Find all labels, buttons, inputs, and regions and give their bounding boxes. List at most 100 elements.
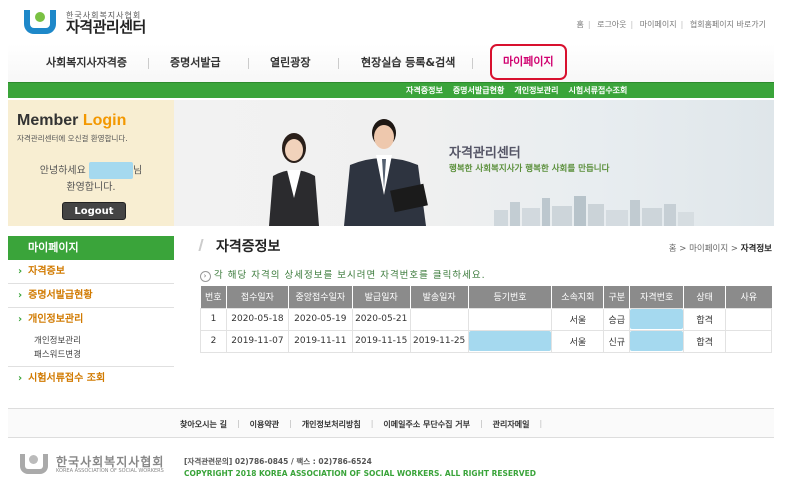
redacted-cert-number (630, 309, 684, 329)
logo-text: 한국사회복지사협회 자격관리센터 (66, 11, 146, 36)
breadcrumb-current: 자격정보 (740, 244, 772, 254)
left-nav-subitem-personal-info[interactable]: 개인정보관리 (8, 334, 174, 348)
cell-central-received-date: 2020-05-19 (287, 307, 353, 331)
member-login-box: Member Login 자격관리센터에 오신걸 환영합니다. 안녕하세요 님 … (8, 100, 174, 226)
cell-cert-number[interactable] (629, 329, 685, 353)
footer-info: [자격관련문의] 02)786-0845 / 팩스 : 02)786-6524 … (184, 456, 536, 480)
col-header-shipping-date: 발송일자 (410, 286, 469, 308)
left-nav: 마이페이지 › 자격증보 › 증명서발급현황 › 개인정보관리 개인정보관리 패스워드… (8, 236, 174, 391)
footer-logo-eng: KOREA ASSOCIATION OF SOCIAL WORKERS (56, 467, 164, 474)
gnb-item-open-forum[interactable]: 열린광장 (270, 44, 310, 82)
footer-logo: 한국사회복지사협회 KOREA ASSOCIATION OF SOCIAL WO… (18, 454, 164, 476)
redacted-registered-mail-no (468, 331, 552, 351)
col-header-central-received-date: 중앙접수일자 (288, 286, 353, 308)
cell-number: 1 (200, 307, 227, 331)
cell-status: 합격 (683, 307, 727, 331)
table-header-row: 번호 접수일자 중앙접수일자 발급일자 발송일자 등기번호 소속지회 구분 자격… (200, 286, 772, 308)
hero-banner: 자격관리센터 행복한 사회복지사가 행복한 사회를 만듭니다 (174, 100, 774, 226)
logo-mark-icon (20, 10, 60, 36)
breadcrumb-mypage[interactable]: 마이페이지 (689, 244, 728, 254)
left-nav-header: 마이페이지 (8, 236, 174, 260)
left-nav-item-personal-info[interactable]: › 개인정보관리 (8, 308, 174, 332)
footer-link-admin-mail[interactable]: 관리자메일 (493, 419, 530, 430)
cell-registered-mail-no (467, 329, 553, 353)
member-login-title: Member Login (17, 112, 127, 129)
table-row: 2 2019-11-07 2019-11-11 2019-11-15 2019-… (200, 329, 772, 353)
subnav-item-exam-docs[interactable]: 시험서류접수조회 (569, 85, 628, 96)
footer-logo-mark-icon (18, 454, 50, 476)
col-header-cert-number: 자격번호 (629, 286, 685, 308)
global-nav: 사회복지사자격증 증명서발급 열린광장 현장실습 등록&검색 마이페이지 (8, 44, 774, 82)
gnb-item-issuance[interactable]: 증명서발급 (170, 44, 221, 82)
col-header-received-date: 접수일자 (226, 286, 289, 308)
notice-text: › 각 해당 자격의 상세정보를 보시려면 자격번호를 클릭하세요. (200, 267, 486, 282)
cell-received-date: 2020-05-18 (225, 307, 289, 331)
site-logo[interactable]: 한국사회복지사협회 자격관리센터 (20, 10, 146, 36)
redacted-cert-number (630, 331, 684, 351)
left-nav-item-issuance-status[interactable]: › 증명서발급현황 (8, 284, 174, 308)
sub-nav: 자격증정보 증명서발급현황 개인정보관리 시험서류접수조회 (8, 82, 774, 98)
cell-branch: 서울 (551, 329, 605, 353)
businessman-image (344, 119, 428, 226)
subnav-item-personal-info[interactable]: 개인정보관리 (514, 85, 558, 96)
footer-copyright: COPYRIGHT 2018 KOREA ASSOCIATION OF SOCI… (184, 469, 536, 478)
logo-title: 자격관리센터 (66, 17, 146, 36)
breadcrumb: 홈 > 마이페이지 > 자격정보 (668, 244, 772, 254)
businesswoman-image (269, 133, 319, 226)
gnb-item-certificate[interactable]: 사회복지사자격증 (46, 44, 127, 82)
left-nav-subitem-password-change[interactable]: 패스워드변경 (8, 348, 174, 362)
cell-branch: 서울 (551, 307, 605, 331)
gnb-item-field-practice[interactable]: 현장실습 등록&검색 (361, 44, 455, 82)
left-nav-item-exam-docs[interactable]: › 시험서류접수 조회 (8, 367, 174, 391)
logout-button[interactable]: Logout (62, 202, 126, 220)
col-header-issue-date: 발급일자 (352, 286, 411, 308)
utility-links: 홈 | 로그아웃 | 마이페이지 | 협회홈페이지 바로가기 (576, 20, 766, 29)
gnb-item-mypage[interactable]: 마이페이지 (490, 44, 567, 80)
col-header-branch: 소속지회 (551, 286, 605, 308)
city-skyline-image (494, 196, 694, 226)
col-header-number: 번호 (200, 286, 227, 308)
col-header-type: 구분 (603, 286, 631, 308)
subnav-item-issuance-status[interactable]: 증명서발급현황 (453, 85, 505, 96)
util-link-home[interactable]: 홈 (576, 20, 583, 29)
util-link-mypage[interactable]: 마이페이지 (640, 20, 677, 29)
cell-type: 신규 (603, 329, 631, 353)
subnav-item-cert-info[interactable]: 자격증정보 (406, 85, 443, 96)
footer-link-privacy[interactable]: 개인정보처리방침 (302, 419, 361, 430)
util-link-logout[interactable]: 로그아웃 (597, 20, 626, 29)
footer-logo-kor: 한국사회복지사협회 (56, 454, 165, 469)
cell-type: 승급 (603, 307, 631, 331)
banner-title: 자격관리센터 (449, 146, 521, 161)
breadcrumb-home[interactable]: 홈 (669, 244, 677, 254)
table-row: 1 2020-05-18 2020-05-19 2020-05-21 서울 승급… (200, 307, 772, 331)
page-title: 자격증정보 (198, 236, 280, 256)
footer-link-terms[interactable]: 이용약관 (250, 419, 279, 430)
footer-link-directions[interactable]: 찾아오시는 길 (180, 419, 227, 430)
member-welcome-desc: 자격관리센터에 오신걸 환영합니다. (17, 134, 128, 143)
info-arrow-icon: › (200, 271, 211, 282)
cell-cert-number[interactable] (629, 307, 685, 331)
col-header-reason: 사유 (725, 286, 772, 308)
left-nav-item-cert-info[interactable]: › 자격증보 (8, 260, 174, 284)
col-header-status: 상태 (683, 286, 727, 308)
cell-shipping-date (409, 307, 469, 331)
util-link-association-home[interactable]: 협회홈페이지 바로가기 (690, 20, 766, 29)
chevron-right-icon: › (18, 290, 23, 301)
col-header-registered-mail-no: 등기번호 (468, 286, 553, 308)
footer-link-email-policy[interactable]: 이메일주소 무단수집 거부 (383, 419, 470, 430)
cell-received-date: 2019-11-07 (225, 329, 289, 353)
certificate-table: 번호 접수일자 중앙접수일자 발급일자 발송일자 등기번호 소속지회 구분 자격… (200, 286, 772, 353)
member-greeting: 안녕하세요 님 환영합니다. (8, 162, 174, 196)
redacted-username (88, 162, 133, 179)
footer-links: 찾아오시는 길 | 이용약관 | 개인정보처리방침 | 이메일주소 무단수집 거부 | … (180, 419, 543, 430)
chevron-right-icon: › (18, 266, 23, 277)
title-marker-icon (198, 239, 212, 251)
banner-subtitle: 행복한 사회복지사가 행복한 사회를 만듭니다 (449, 164, 610, 174)
cell-shipping-date: 2019-11-25 (409, 329, 469, 353)
cell-status: 합격 (683, 329, 727, 353)
cell-registered-mail-no (467, 307, 553, 331)
cell-issue-date: 2020-05-21 (351, 307, 411, 331)
cell-central-received-date: 2019-11-11 (287, 329, 353, 353)
footer-contact: [자격관련문의] 02)786-0845 / 팩스 : 02)786-6524 (184, 457, 372, 466)
cell-number: 2 (200, 329, 227, 353)
